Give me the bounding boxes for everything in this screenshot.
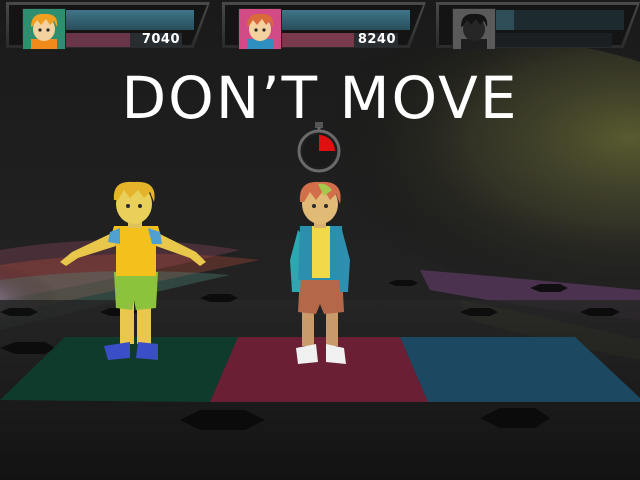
player-3-avatar <box>452 8 496 50</box>
player-3-upper-bar-fill <box>496 10 514 30</box>
player-2-score: 8240 <box>357 32 396 47</box>
player-card-3 <box>436 2 640 50</box>
player-3-score-bar <box>496 33 612 47</box>
player-2-avatar <box>238 8 282 50</box>
player-1-upper-bar-fill <box>66 10 194 30</box>
player-card-2: 8240 <box>222 2 426 50</box>
dance-prompt-title: DON’T MOVE <box>121 64 519 132</box>
player-1-upper-bar <box>66 10 194 30</box>
red-pad <box>210 337 428 402</box>
player-1-avatar <box>22 8 66 50</box>
player-3-upper-bar <box>496 10 624 30</box>
player-2-upper-bar <box>282 10 410 30</box>
player-card-1: 7040 <box>6 2 210 50</box>
player-1-score-bar-fill <box>66 33 130 47</box>
player-1-score: 7040 <box>141 32 180 47</box>
player-2-score-bar-fill <box>282 33 354 47</box>
player-2-upper-bar-fill <box>282 10 410 30</box>
